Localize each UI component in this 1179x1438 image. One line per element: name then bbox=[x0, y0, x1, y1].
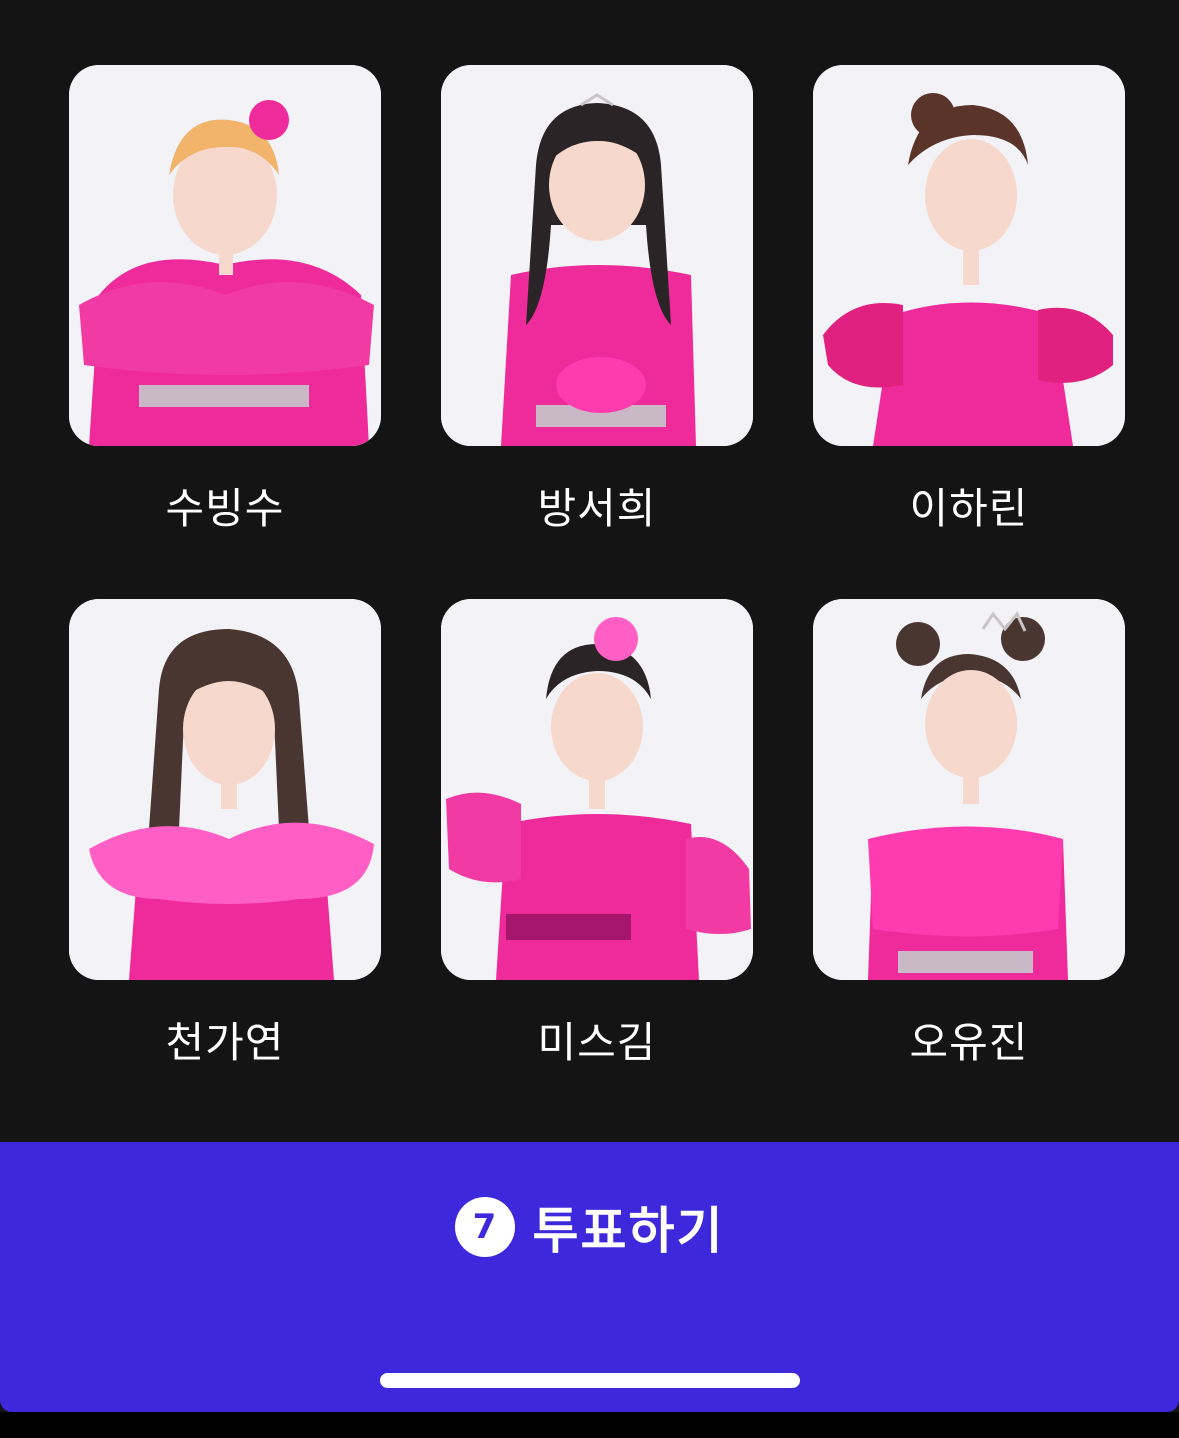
candidate-grid: 수빙수 방서희 이하린 천가연 미스김 오유진 bbox=[69, 65, 1125, 1133]
person-portrait-icon bbox=[69, 599, 381, 980]
person-portrait-icon bbox=[441, 65, 753, 446]
candidate-name: 천가연 bbox=[165, 1018, 285, 1067]
vote-button[interactable]: 7 투표하기 bbox=[0, 1142, 1179, 1312]
candidate-name: 방서희 bbox=[537, 484, 657, 533]
vote-count-badge: 7 bbox=[454, 1197, 515, 1257]
candidate-photo[interactable] bbox=[813, 65, 1125, 446]
home-indicator[interactable] bbox=[380, 1373, 800, 1388]
vote-bar: 7 투표하기 bbox=[0, 1142, 1179, 1412]
candidate-photo[interactable] bbox=[441, 65, 753, 446]
person-portrait-icon bbox=[69, 65, 381, 446]
bottom-edge bbox=[0, 1412, 1179, 1438]
person-portrait-icon bbox=[441, 599, 753, 980]
candidate-photo[interactable] bbox=[69, 599, 381, 980]
vote-screen: 수빙수 방서희 이하린 천가연 미스김 오유진 7 투표하기 bbox=[0, 0, 1179, 1438]
candidate-card[interactable]: 천가연 bbox=[69, 599, 381, 1133]
candidate-name: 수빙수 bbox=[165, 484, 285, 533]
person-portrait-icon bbox=[813, 599, 1125, 980]
candidate-photo[interactable] bbox=[441, 599, 753, 980]
candidate-photo[interactable] bbox=[813, 599, 1125, 980]
candidate-card[interactable]: 방서희 bbox=[441, 65, 753, 599]
candidate-card[interactable]: 수빙수 bbox=[69, 65, 381, 599]
candidate-name: 이하린 bbox=[909, 484, 1029, 533]
person-portrait-icon bbox=[813, 65, 1125, 446]
candidate-card[interactable]: 이하린 bbox=[813, 65, 1125, 599]
candidate-name: 미스김 bbox=[537, 1018, 657, 1067]
candidate-photo[interactable] bbox=[69, 65, 381, 446]
candidate-card[interactable]: 오유진 bbox=[813, 599, 1125, 1133]
candidate-name: 오유진 bbox=[909, 1018, 1029, 1067]
vote-button-label: 투표하기 bbox=[532, 1202, 725, 1260]
candidate-card[interactable]: 미스김 bbox=[441, 599, 753, 1133]
